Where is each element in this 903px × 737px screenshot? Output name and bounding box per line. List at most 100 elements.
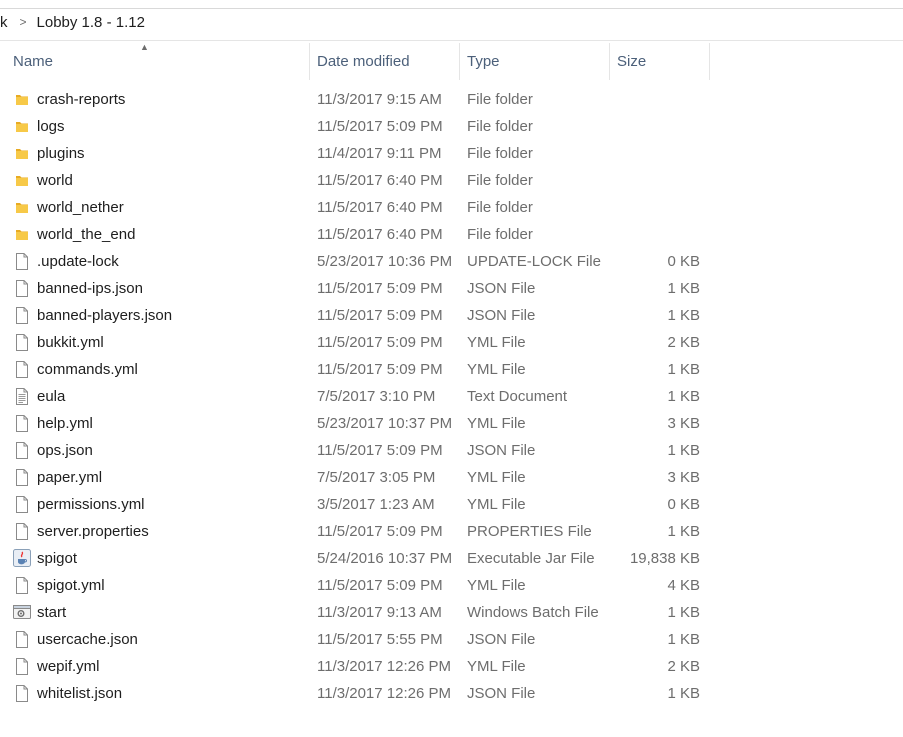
file-size (610, 86, 700, 113)
file-type: JSON File (467, 631, 536, 648)
file-row[interactable]: world_the_end 11/5/2017 6:40 PM File folde… (0, 221, 903, 248)
column-divider[interactable] (459, 43, 460, 80)
file-row[interactable]: usercache.json 11/5/2017 5:55 PM JSON File… (0, 626, 903, 653)
file-name: ops.json (37, 442, 93, 459)
file-size (610, 194, 700, 221)
column-divider[interactable] (709, 43, 710, 80)
file-type: File folder (467, 172, 533, 189)
file-size (610, 140, 700, 167)
file-type: File folder (467, 118, 533, 135)
column-header-name[interactable]: Name (13, 43, 309, 80)
folder-icon (14, 226, 30, 243)
file-date-modified: 11/3/2017 9:15 AM (317, 91, 442, 108)
file-size: 2 KB (667, 334, 700, 351)
file-type: YML File (467, 577, 526, 594)
file-row[interactable]: crash-reports 11/3/2017 9:15 AM File folde… (0, 86, 903, 113)
breadcrumb-prev[interactable]: k (0, 14, 8, 31)
file-date-modified: 11/5/2017 5:09 PM (317, 118, 443, 135)
folder-icon (14, 118, 30, 135)
file-row[interactable]: logs 11/5/2017 5:09 PM File folder (0, 113, 903, 140)
breadcrumb-current[interactable]: Lobby 1.8 - 1.12 (37, 14, 145, 31)
file-icon (14, 496, 30, 513)
file-row[interactable]: world 11/5/2017 6:40 PM File folder (0, 167, 903, 194)
file-date-modified: 3/5/2017 1:23 AM (317, 496, 435, 513)
file-row[interactable]: plugins 11/4/2017 9:11 PM File folder (0, 140, 903, 167)
file-row[interactable]: .update-lock 5/23/2017 10:36 PM UPDATE-LOC… (0, 248, 903, 275)
file-name: start (37, 604, 67, 621)
address-bar[interactable]: k > Lobby 1.8 - 1.12 (0, 0, 903, 41)
file-row[interactable]: start 11/3/2017 9:13 AM Windows Batch File… (0, 599, 903, 626)
file-row[interactable]: permissions.yml 3/5/2017 1:23 AM YML File 0… (0, 491, 903, 518)
file-row[interactable]: server.properties 11/5/2017 5:09 PM PROPER… (0, 518, 903, 545)
file-row[interactable]: help.yml 5/23/2017 10:37 PM YML File 3 KB (0, 410, 903, 437)
file-row[interactable]: eula 7/5/2017 3:10 PM Text Document 1 KB (0, 383, 903, 410)
file-type: File folder (467, 199, 533, 216)
file-icon (14, 469, 30, 486)
file-size: 0 KB (667, 253, 700, 270)
file-row[interactable]: bukkit.yml 11/5/2017 5:09 PM YML File 2 KB (0, 329, 903, 356)
file-icon (14, 685, 30, 702)
file-date-modified: 11/5/2017 5:09 PM (317, 280, 443, 297)
file-name: eula (37, 388, 66, 405)
file-name: server.properties (37, 523, 149, 540)
file-icon (14, 253, 30, 270)
file-size: 1 KB (667, 307, 700, 324)
file-size: 1 KB (667, 523, 700, 540)
file-row[interactable]: spigot 5/24/2016 10:37 PM Executable Jar F… (0, 545, 903, 572)
file-row[interactable]: ops.json 11/5/2017 5:09 PM JSON File 1 KB (0, 437, 903, 464)
text-document-icon (14, 388, 30, 405)
file-row[interactable]: commands.yml 11/5/2017 5:09 PM YML File 1 K… (0, 356, 903, 383)
file-name: plugins (37, 145, 85, 162)
file-row[interactable]: banned-players.json 11/5/2017 5:09 PM JSON… (0, 302, 903, 329)
file-name: logs (37, 118, 65, 135)
file-name: crash-reports (37, 91, 126, 108)
file-row[interactable]: spigot.yml 11/5/2017 5:09 PM YML File 4 KB (0, 572, 903, 599)
file-name: usercache.json (37, 631, 138, 648)
file-size (610, 221, 700, 248)
file-size: 1 KB (667, 604, 700, 621)
file-name: paper.yml (37, 469, 103, 486)
file-type: YML File (467, 496, 526, 513)
file-row[interactable]: world_nether 11/5/2017 6:40 PM File folder (0, 194, 903, 221)
column-header-size[interactable]: Size (617, 43, 709, 80)
column-divider[interactable] (309, 43, 310, 80)
file-icon (14, 577, 30, 594)
file-size: 0 KB (667, 496, 700, 513)
file-size: 1 KB (667, 361, 700, 378)
file-type: YML File (467, 469, 526, 486)
folder-icon (14, 91, 30, 108)
file-icon (14, 361, 30, 378)
file-type: PROPERTIES File (467, 523, 592, 540)
file-name: permissions.yml (37, 496, 145, 513)
file-date-modified: 11/4/2017 9:11 PM (317, 145, 442, 162)
java-jar-icon (13, 549, 31, 567)
file-type: UPDATE-LOCK File (467, 253, 601, 270)
file-name: world (37, 172, 73, 189)
file-date-modified: 11/5/2017 5:09 PM (317, 361, 443, 378)
file-icon (14, 658, 30, 675)
toolbar-edge (0, 0, 903, 9)
breadcrumb: k > Lobby 1.8 - 1.12 (0, 12, 145, 32)
file-name: commands.yml (37, 361, 138, 378)
file-icon (14, 415, 30, 432)
file-row[interactable]: wepif.yml 11/3/2017 12:26 PM YML File 2 KB (0, 653, 903, 680)
file-size: 4 KB (667, 577, 700, 594)
file-name: spigot.yml (37, 577, 105, 594)
column-divider[interactable] (609, 43, 610, 80)
file-row[interactable]: paper.yml 7/5/2017 3:05 PM YML File 3 KB (0, 464, 903, 491)
file-date-modified: 11/3/2017 12:26 PM (317, 685, 451, 702)
file-row[interactable]: banned-ips.json 11/5/2017 5:09 PM JSON Fil… (0, 275, 903, 302)
column-header-type[interactable]: Type (467, 43, 609, 80)
file-type: YML File (467, 415, 526, 432)
file-icon (14, 280, 30, 297)
file-type: Text Document (467, 388, 568, 405)
file-date-modified: 11/5/2017 5:55 PM (317, 631, 443, 648)
file-icon (14, 334, 30, 351)
column-header-date[interactable]: Date modified (317, 43, 459, 80)
chevron-right-icon[interactable]: > (20, 15, 27, 29)
file-type: JSON File (467, 307, 536, 324)
file-size: 1 KB (667, 631, 700, 648)
file-name: help.yml (37, 415, 93, 432)
file-row[interactable]: whitelist.json 11/3/2017 12:26 PM JSON Fil… (0, 680, 903, 707)
file-size: 1 KB (667, 442, 700, 459)
